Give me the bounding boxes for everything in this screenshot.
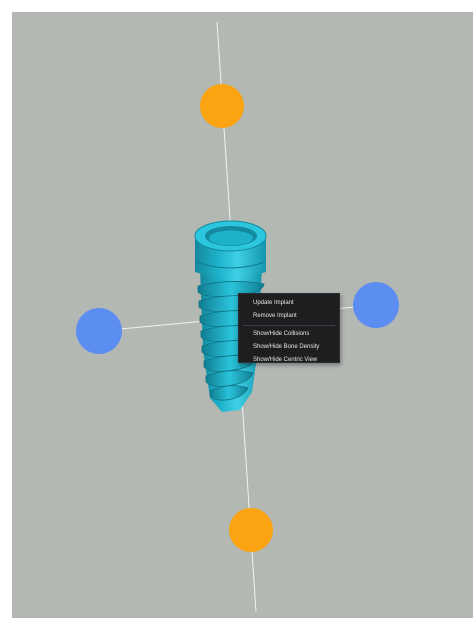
menu-item-remove-implant[interactable]: Remove Implant (239, 310, 339, 323)
implant-context-menu: Update Implant Remove Implant Show/Hide … (238, 293, 340, 363)
menu-item-update-implant[interactable]: Update Implant (239, 297, 339, 310)
menu-item-show-hide-bone-density[interactable]: Show/Hide Bone Density (239, 341, 339, 354)
top-rotation-handle[interactable] (200, 84, 244, 128)
menu-item-show-hide-centric-view[interactable]: Show/Hide Centric View (239, 354, 339, 367)
menu-item-show-hide-collisions[interactable]: Show/Hide Collisions (239, 328, 339, 341)
menu-separator (243, 325, 335, 326)
bottom-rotation-handle[interactable] (229, 508, 273, 552)
right-rotation-handle[interactable] (353, 282, 399, 328)
3d-viewport[interactable]: Update Implant Remove Implant Show/Hide … (12, 12, 473, 618)
left-rotation-handle[interactable] (76, 308, 122, 354)
